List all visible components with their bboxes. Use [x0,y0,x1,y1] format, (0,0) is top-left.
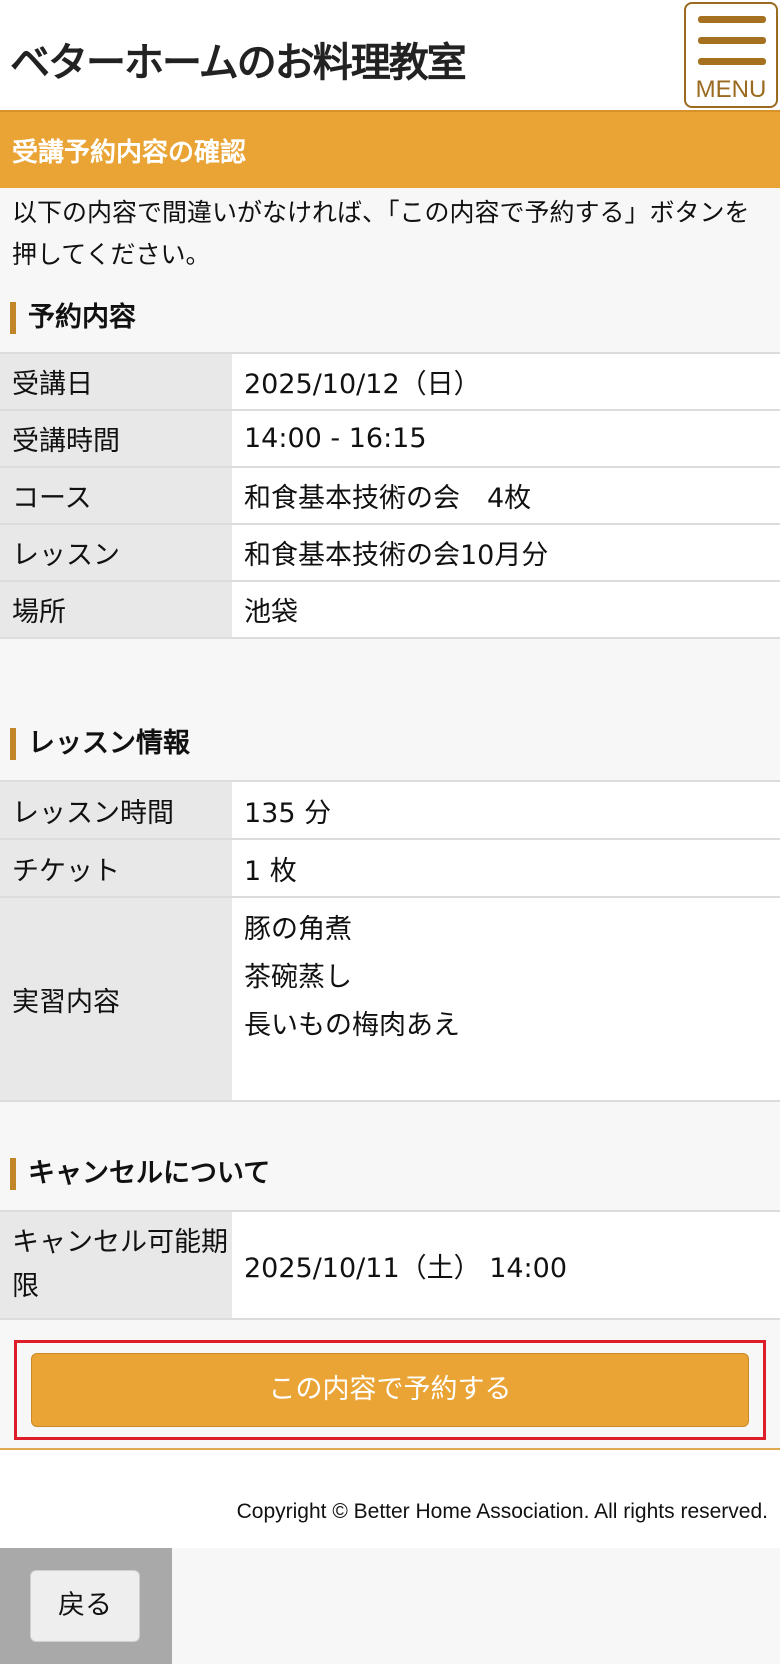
row-label-duration: レッスン時間 [0,780,232,840]
section-heading-lesson: レッスン情報 [10,728,190,760]
lesson-table: レッスン時間 135 分 チケット 1 枚 実習内容 豚の角煮 茶碗蒸し 長いも… [0,780,780,1102]
hamburger-icon [698,16,766,23]
table-row: 受講時間 14:00 - 16:15 [0,409,780,468]
row-value-practice: 豚の角煮 茶碗蒸し 長いもの梅肉あえ [232,896,780,1102]
table-row: コース 和食基本技術の会 4枚 [0,466,780,525]
page-title: 受講予約内容の確認 [12,138,247,168]
table-row: 受講日 2025/10/12（日） [0,352,780,411]
practice-item: 茶碗蒸し [244,962,352,993]
site-logo[interactable]: ベターホームのお料理教室 [10,30,467,88]
page-title-bar: 受講予約内容の確認 [0,110,780,188]
practice-item: 長いもの梅肉あえ [244,1010,460,1041]
table-row: 場所 池袋 [0,580,780,639]
row-label-cancel-deadline: キャンセル可能期限 [0,1210,232,1320]
row-value-ticket: 1 枚 [232,838,780,898]
copyright-text: Copyright © Better Home Association. All… [236,1500,768,1523]
row-value-course: 和食基本技術の会 4枚 [232,466,780,525]
cancel-table: キャンセル可能期限 2025/10/11（土） 14:00 [0,1210,780,1320]
table-row: チケット 1 枚 [0,838,780,898]
table-row: レッスン時間 135 分 [0,780,780,840]
table-row: レッスン 和食基本技術の会10月分 [0,523,780,582]
menu-button[interactable]: MENU [684,2,778,108]
hamburger-icon-bar [698,58,766,65]
table-row: 実習内容 豚の角煮 茶碗蒸し 長いもの梅肉あえ [0,896,780,1102]
intro-text: 以下の内容で間違いがなければ、「この内容で予約する」ボタンを押してください。 [12,198,750,269]
row-value-date: 2025/10/12（日） [232,352,780,411]
row-value-time: 14:00 - 16:15 [232,409,780,468]
row-value-location: 池袋 [232,580,780,639]
reservation-table: 受講日 2025/10/12（日） 受講時間 14:00 - 16:15 コース… [0,352,780,639]
back-button[interactable]: 戻る [30,1570,140,1642]
row-label-ticket: チケット [0,838,232,898]
row-value-lesson: 和食基本技術の会10月分 [232,523,780,582]
back-area: 戻る [0,1548,172,1664]
row-label-lesson: レッスン [0,523,232,582]
row-value-duration: 135 分 [232,780,780,840]
reserve-button-highlight: この内容で予約する [14,1340,766,1440]
footer: Copyright © Better Home Association. All… [0,1450,780,1548]
row-label-course: コース [0,466,232,525]
row-label-time: 受講時間 [0,409,232,468]
reserve-button[interactable]: この内容で予約する [31,1353,749,1427]
table-row: キャンセル可能期限 2025/10/11（土） 14:00 [0,1210,780,1320]
row-label-date: 受講日 [0,352,232,411]
row-label-location: 場所 [0,580,232,639]
row-value-cancel-deadline: 2025/10/11（土） 14:00 [232,1210,780,1320]
row-label-practice: 実習内容 [0,896,232,1102]
section-heading-cancel: キャンセルについて [10,1158,270,1190]
site-header: ベターホームのお料理教室 MENU [0,0,780,110]
menu-label: MENU [695,76,767,103]
hamburger-icon-bar [698,37,766,44]
practice-item: 豚の角煮 [244,914,352,945]
section-heading-reservation: 予約内容 [10,302,136,334]
